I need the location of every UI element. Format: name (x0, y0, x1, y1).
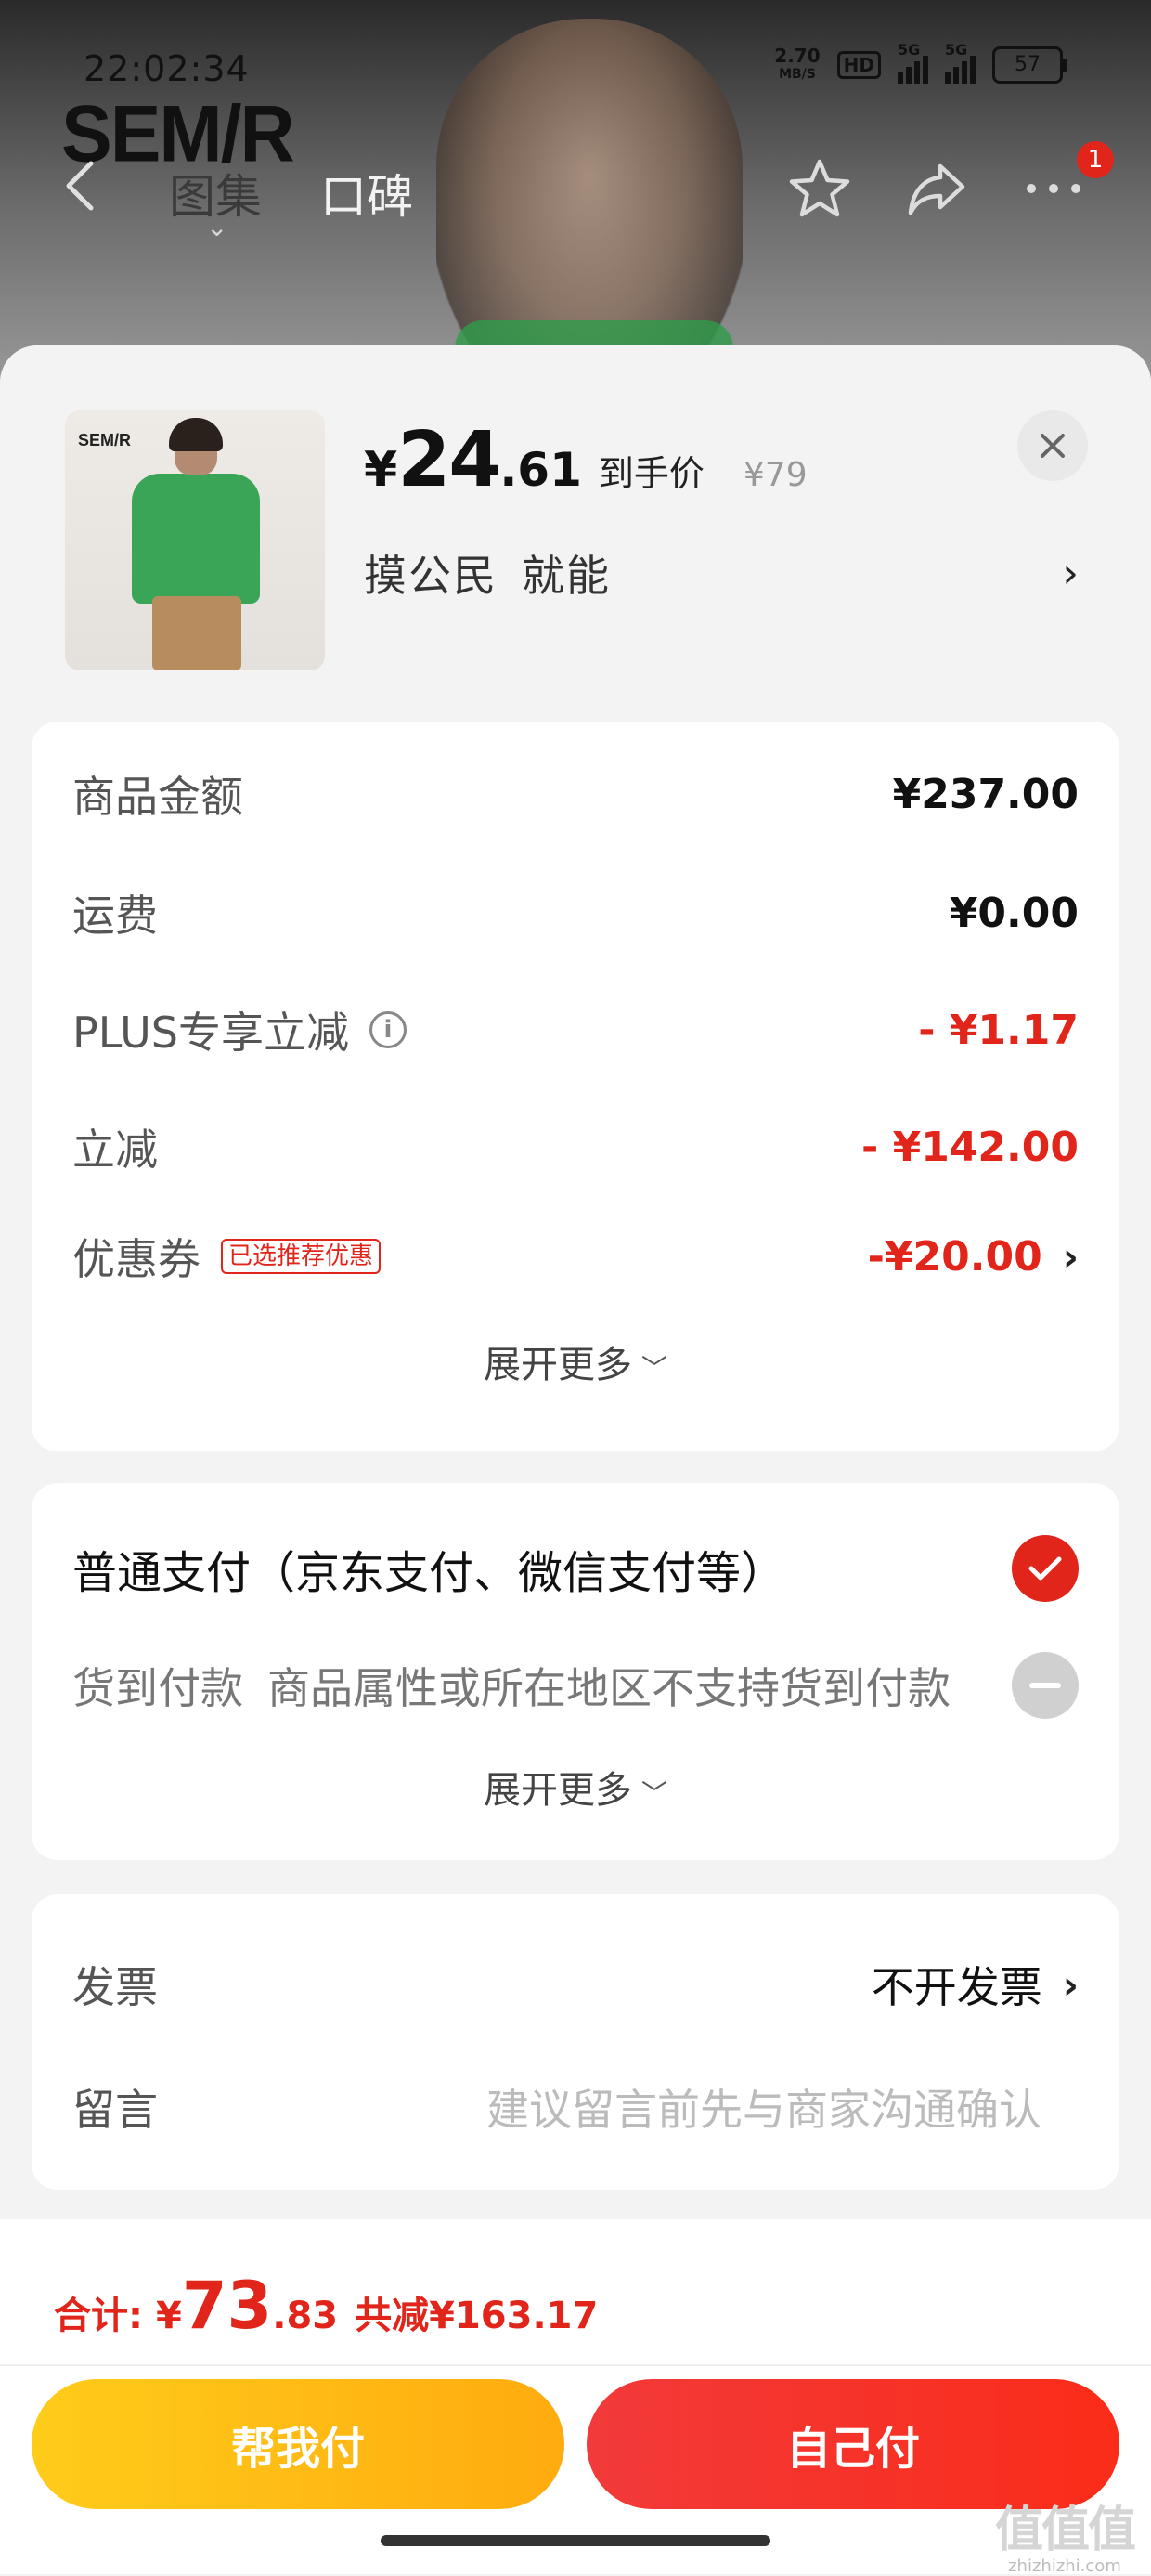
variant-color: 摸公民 (364, 551, 498, 601)
network-speed: 2.70 MB/S (774, 46, 820, 84)
chevron-right-icon: › (1062, 1233, 1079, 1280)
summary-label: PLUS专享立减 (72, 1008, 349, 1058)
pay-myself-button[interactable]: 自己付 (587, 2379, 1119, 2509)
watermark: 值值值 zhizhizhi.com (994, 2491, 1136, 2576)
expand-more-label: 展开更多 (483, 1769, 632, 1812)
product-header: SEM/R ¥ 24 .61 到手价 ¥79 摸公民 就能 › (0, 345, 1151, 717)
summary-label: 运费 (72, 891, 158, 941)
total-integer: 73 (181, 2268, 273, 2344)
payment-cod-note: 商品属性或所在地区不支持货到付款 (267, 1663, 951, 1713)
price-symbol: ¥ (364, 442, 398, 498)
variant-selector[interactable]: 摸公民 就能 › (364, 542, 1079, 604)
summary-value: - ¥142.00 (861, 1123, 1079, 1171)
product-thumbnail[interactable]: SEM/R (65, 410, 325, 670)
chevron-down-icon: ﹀ (640, 1778, 667, 1809)
tab-reviews[interactable]: 口碑 (320, 160, 413, 227)
chevron-right-icon: › (1062, 1961, 1079, 2008)
network-speed-unit: MB/S (779, 67, 816, 82)
total-row: 合计: ¥ 73 .83 共减¥163.17 (54, 2268, 598, 2344)
total-saved: 共减¥163.17 (355, 2295, 599, 2337)
checkout-footer: 合计: ¥ 73 .83 共减¥163.17 帮我付 自己付 值值值 zhizh… (0, 2219, 1151, 2576)
variant-size: 就能 (522, 551, 611, 601)
total-symbol: ¥ (156, 2295, 182, 2337)
payment-option-normal[interactable]: 普通支付（京东支付、微信支付等） (72, 1531, 1079, 1606)
summary-row-coupon[interactable]: 优惠券 已选推荐优惠 -¥20.00 › (72, 1210, 1079, 1303)
price-row: ¥ 24 .61 到手价 ¥79 (364, 416, 808, 504)
footer-divider (0, 2364, 1151, 2366)
close-button[interactable] (1017, 410, 1088, 481)
summary-row-discount: 立减 - ¥142.00 (72, 1100, 1079, 1193)
summary-label: 优惠券 (72, 1234, 200, 1284)
expand-more-button[interactable]: 展开更多 ﹀ (32, 1760, 1119, 1814)
hd-badge: HD (836, 51, 881, 79)
invoice-message-card: 发票 不开发票 › 留言 建议留言前先与商家沟通确认 (32, 1894, 1119, 2190)
share-icon[interactable] (904, 156, 969, 221)
variant-text: 摸公民 就能 (364, 542, 611, 604)
notification-badge: 1 (1077, 141, 1114, 178)
payment-option-cod: 货到付款 商品属性或所在地区不支持货到付款 (72, 1648, 1079, 1723)
signal-label: 5G (945, 41, 968, 59)
payment-cod-label: 货到付款 (72, 1663, 243, 1713)
message-row[interactable]: 留言 建议留言前先与商家沟通确认 (72, 2065, 1079, 2149)
invoice-value: 不开发票 (871, 1962, 1042, 2012)
coupon-tag: 已选推荐优惠 (221, 1239, 382, 1274)
summary-row-goods: 商品金额 ¥237.00 (72, 748, 1079, 840)
chevron-down-icon: ﹀ (640, 1353, 667, 1384)
signal-icon: 5G (898, 41, 928, 84)
close-icon (1041, 434, 1065, 458)
help-me-pay-button[interactable]: 帮我付 (32, 2379, 564, 2509)
summary-value: -¥20.00 (867, 1232, 1042, 1281)
price-summary-card: 商品金额 ¥237.00 运费 ¥0.00 PLUS专享立减 i - ¥1.17… (32, 722, 1119, 1451)
invoice-row[interactable]: 发票 不开发票 › (72, 1943, 1079, 2026)
watermark-logo: 值值值 (994, 2503, 1136, 2558)
back-icon[interactable] (61, 158, 98, 214)
battery-level: 57 (992, 46, 1063, 84)
signal-label: 5G (898, 41, 921, 59)
total-decimal: .83 (272, 2295, 339, 2337)
original-price: ¥79 (743, 456, 808, 494)
checkout-sheet: SEM/R ¥ 24 .61 到手价 ¥79 摸公民 就能 › 商品金额 ¥237… (0, 345, 1151, 2576)
payment-option-label: 普通支付（京东支付、微信支付等） (72, 1547, 786, 1599)
summary-value: ¥237.00 (892, 770, 1079, 818)
payment-method-card: 普通支付（京东支付、微信支付等） 货到付款 商品属性或所在地区不支持货到付款 展… (32, 1483, 1119, 1860)
message-input[interactable]: 建议留言前先与商家沟通确认 (486, 2076, 1041, 2138)
message-label: 留言 (72, 2085, 158, 2135)
price-tag-label: 到手价 (598, 453, 705, 494)
network-speed-value: 2.70 (774, 45, 821, 67)
summary-row-plus: PLUS专享立减 i - ¥1.17 (72, 983, 1079, 1076)
expand-more-button[interactable]: 展开更多 ﹀ (32, 1334, 1119, 1388)
favorite-star-icon[interactable] (787, 156, 852, 221)
total-label: 合计: (54, 2295, 143, 2337)
more-icon[interactable] (1021, 156, 1086, 221)
status-time: 22:02:34 (84, 48, 250, 89)
signal-icon: 5G (945, 41, 976, 84)
summary-value: ¥0.00 (949, 889, 1079, 937)
summary-label: 立减 (72, 1125, 158, 1175)
summary-row-shipping: 运费 ¥0.00 (72, 866, 1079, 959)
thumbnail-brand: SEM/R (78, 431, 132, 449)
price-decimal: .61 (499, 443, 582, 497)
expand-more-label: 展开更多 (483, 1344, 632, 1386)
status-bar-right: 2.70 MB/S HD 5G 5G 57 (774, 41, 1067, 84)
tab-chevron-icon: ⌄ (206, 212, 228, 242)
summary-label: 商品金额 (72, 772, 243, 822)
disabled-icon (1012, 1652, 1079, 1719)
home-indicator[interactable] (381, 2535, 770, 2546)
check-icon (1012, 1535, 1079, 1602)
info-icon[interactable]: i (369, 1011, 407, 1048)
price-integer: 24 (397, 416, 501, 504)
chevron-right-icon: › (1062, 549, 1079, 597)
watermark-url: zhizhizhi.com (1008, 2556, 1121, 2576)
summary-value: - ¥1.17 (918, 1006, 1079, 1054)
battery-icon: 57 (992, 46, 1067, 84)
invoice-label: 发票 (72, 1962, 158, 2012)
